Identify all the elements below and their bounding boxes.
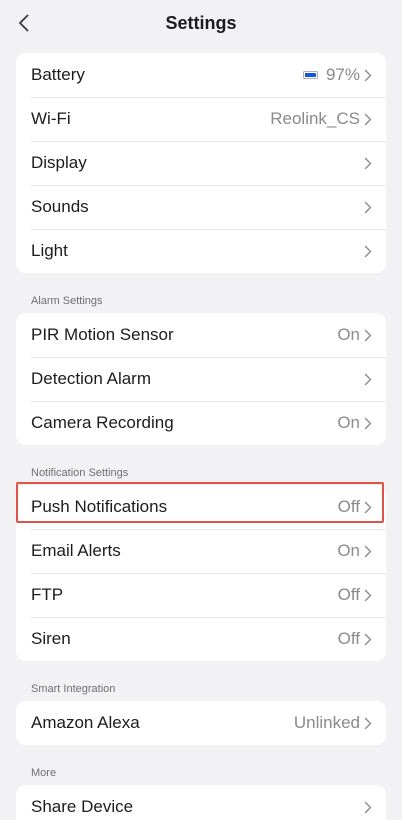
section-label-smart-integration: Smart Integration [31, 683, 116, 695]
notification-settings-card: Push Notifications Off Email Alerts On F… [16, 485, 386, 661]
row-label: Battery [31, 65, 85, 84]
push-notifications-row[interactable]: Push Notifications Off [16, 485, 386, 529]
row-label: Share Device [31, 797, 134, 816]
chevron-right-icon [364, 69, 372, 82]
camera-recording-row[interactable]: Camera Recording On [16, 401, 386, 445]
row-label: Siren [31, 629, 71, 648]
sounds-row[interactable]: Sounds [16, 185, 386, 229]
row-label: Sounds [31, 197, 89, 216]
battery-icon [302, 71, 318, 79]
row-label: PIR Motion Sensor [31, 325, 174, 344]
amazon-alexa-row[interactable]: Amazon Alexa Unlinked [16, 701, 386, 745]
smart-integration-card: Amazon Alexa Unlinked [16, 701, 386, 745]
chevron-right-icon [364, 633, 372, 646]
chevron-left-icon [18, 14, 28, 32]
row-label: Email Alerts [31, 541, 121, 560]
detection-alarm-row[interactable]: Detection Alarm [16, 357, 386, 401]
chevron-right-icon [364, 545, 372, 558]
row-value: Unlinked [293, 713, 360, 732]
chevron-right-icon [364, 201, 372, 214]
siren-row[interactable]: Siren Off [16, 617, 386, 661]
section-label-alarm: Alarm Settings [31, 295, 103, 307]
chevron-right-icon [364, 717, 372, 730]
row-value: 97% [325, 65, 360, 84]
row-value: Off [337, 585, 360, 604]
chevron-right-icon [364, 417, 372, 430]
row-value: On [337, 541, 360, 560]
nav-bar: Settings [0, 0, 402, 47]
row-label: FTP [31, 585, 64, 604]
row-label: Amazon Alexa [31, 713, 140, 732]
row-label: Camera Recording [31, 413, 174, 432]
chevron-right-icon [364, 113, 372, 126]
row-value: Reolink_CS [270, 109, 360, 128]
alarm-settings-card: PIR Motion Sensor On Detection Alarm Cam… [16, 313, 386, 445]
section-label-notification: Notification Settings [31, 467, 129, 479]
light-row[interactable]: Light [16, 229, 386, 273]
display-row[interactable]: Display [16, 141, 386, 185]
battery-row[interactable]: Battery 97% [16, 53, 386, 97]
share-device-row[interactable]: Share Device [16, 785, 386, 820]
chevron-right-icon [364, 501, 372, 514]
chevron-right-icon [364, 589, 372, 602]
page-title: Settings [165, 12, 237, 33]
chevron-right-icon [364, 801, 372, 814]
chevron-right-icon [364, 245, 372, 258]
row-label: Wi-Fi [31, 109, 71, 128]
row-label: Push Notifications [31, 497, 168, 516]
section-label-more: More [31, 767, 57, 779]
row-label: Light [31, 241, 68, 260]
wifi-row[interactable]: Wi-Fi Reolink_CS [16, 97, 386, 141]
chevron-right-icon [364, 157, 372, 170]
general-settings-card: Battery 97% Wi-Fi Reolink_CS Display Sou… [16, 53, 386, 273]
back-button[interactable] [14, 12, 32, 34]
ftp-row[interactable]: FTP Off [16, 573, 386, 617]
chevron-right-icon [364, 373, 372, 386]
row-label: Display [31, 153, 87, 172]
row-label: Detection Alarm [31, 369, 151, 388]
row-value: Off [337, 629, 360, 648]
row-value: On [337, 325, 360, 344]
row-value: On [337, 413, 360, 432]
more-card: Share Device [16, 785, 386, 820]
email-alerts-row[interactable]: Email Alerts On [16, 529, 386, 573]
row-value: Off [337, 497, 360, 516]
chevron-right-icon [364, 329, 372, 342]
pir-motion-sensor-row[interactable]: PIR Motion Sensor On [16, 313, 386, 357]
